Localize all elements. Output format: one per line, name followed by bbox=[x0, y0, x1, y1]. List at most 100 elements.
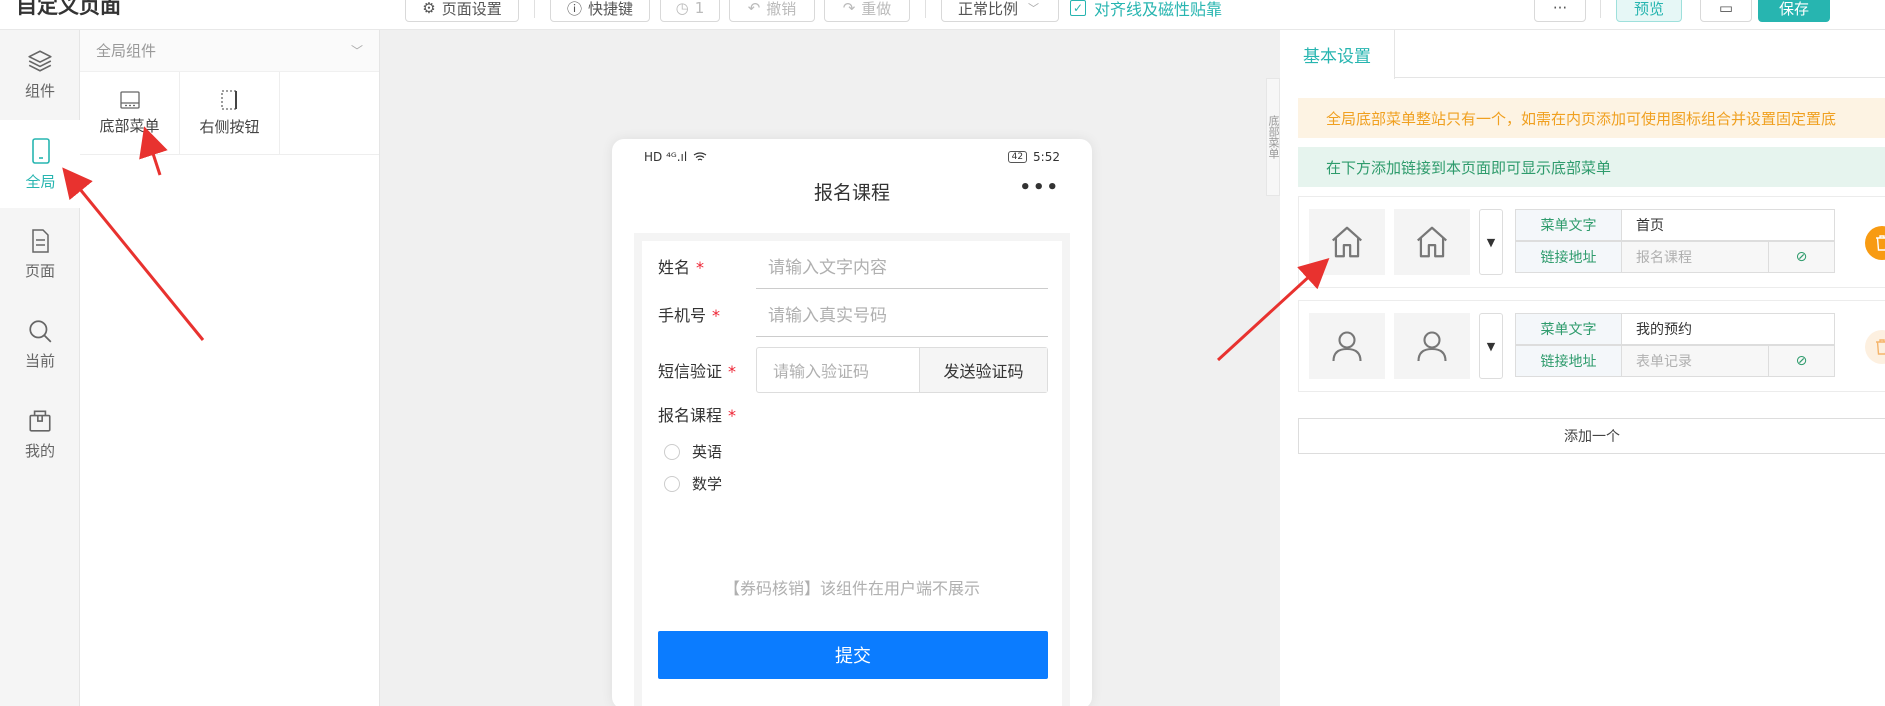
delete-button[interactable] bbox=[1865, 330, 1885, 364]
caret-down-icon[interactable]: ▼ bbox=[1479, 209, 1503, 275]
settings-tabs: 基本设置 bbox=[1280, 30, 1885, 79]
preview-label: 预览 bbox=[1633, 0, 1664, 18]
chevron-down-icon: ﹀ bbox=[350, 44, 363, 58]
redo-icon: ↷ bbox=[842, 0, 856, 17]
gear-icon: ⚙ bbox=[422, 0, 436, 17]
component-label: 底部菜单 bbox=[99, 116, 160, 135]
caret-down-icon[interactable]: ▼ bbox=[1479, 313, 1503, 379]
history-count: 1 bbox=[694, 0, 705, 17]
undo-button[interactable]: ↶ 撤销 bbox=[729, 0, 815, 22]
device-button[interactable]: ▭ bbox=[1700, 0, 1752, 22]
toolbar-divider bbox=[925, 0, 926, 18]
zoom-ratio-value: 正常比例 bbox=[958, 0, 1019, 18]
sms-input-group: 请输入验证码 发送验证码 bbox=[756, 347, 1048, 393]
menu-item-card: ▼ 菜单文字 我的预约 链接地址 表单记录 ⊘ bbox=[1298, 300, 1885, 392]
required-mark: * bbox=[728, 362, 737, 381]
preview-button[interactable]: 预览 bbox=[1616, 0, 1682, 22]
signup-form: 姓名 * 请输入文字内容 手机号 * 请输入真实号码 短信验证 * 请输入验证码 发送… bbox=[642, 241, 1062, 706]
icon-preview-default[interactable] bbox=[1309, 313, 1385, 379]
status-time: 5:52 bbox=[1033, 150, 1060, 164]
document-icon bbox=[32, 228, 49, 253]
component-label: 右侧按钮 bbox=[199, 117, 260, 136]
snap-checkbox[interactable]: ✓ 对齐线及磁性贴靠 bbox=[1070, 0, 1222, 20]
redo-label: 重做 bbox=[861, 0, 892, 18]
redo-button[interactable]: ↷ 重做 bbox=[824, 0, 910, 22]
page-settings-label: 页面设置 bbox=[441, 0, 502, 18]
save-button[interactable]: 保存 bbox=[1758, 0, 1830, 22]
add-menu-item-button[interactable]: 添加一个 bbox=[1298, 418, 1885, 454]
toolbar-divider bbox=[534, 0, 535, 18]
radio-option-english[interactable]: 英语 bbox=[664, 441, 722, 462]
user-icon bbox=[1417, 331, 1447, 362]
page-settings-button[interactable]: ⚙ 页面设置 bbox=[405, 0, 519, 22]
history-button[interactable]: ◷ 1 bbox=[660, 0, 720, 22]
home-icon bbox=[1417, 226, 1447, 258]
component-bottom-menu[interactable]: 底部菜单 bbox=[80, 72, 180, 154]
radio-circle[interactable] bbox=[664, 443, 680, 460]
rail-item-label: 组件 bbox=[24, 81, 55, 100]
more-dots-icon[interactable]: ••• bbox=[1019, 177, 1060, 198]
phone-input[interactable]: 请输入真实号码 bbox=[756, 291, 1048, 337]
radio-label: 数学 bbox=[692, 475, 723, 493]
rail-item-label: 页面 bbox=[24, 261, 55, 280]
field-label: 手机号 * bbox=[658, 306, 721, 325]
section-title: 全局组件 bbox=[96, 42, 157, 60]
required-mark: * bbox=[712, 306, 721, 325]
radio-option-math[interactable]: 数学 bbox=[664, 473, 722, 494]
menu-link-input[interactable]: 表单记录 bbox=[1622, 346, 1768, 376]
icon-preview-active[interactable] bbox=[1394, 313, 1470, 379]
menu-text-input[interactable]: 我的预约 bbox=[1622, 314, 1834, 344]
form-row-name: 姓名 * 请输入文字内容 bbox=[658, 243, 1048, 289]
link-icon[interactable]: ⊘ bbox=[1768, 242, 1834, 272]
required-mark: * bbox=[728, 406, 737, 425]
box-icon bbox=[29, 409, 51, 432]
menu-text-field: 菜单文字 我的预约 bbox=[1515, 313, 1835, 345]
rail-item-pages[interactable]: 页面 bbox=[0, 210, 80, 298]
clock-icon: ◷ bbox=[675, 0, 689, 17]
sms-code-input[interactable]: 请输入验证码 bbox=[757, 348, 919, 392]
icon-preview-active[interactable] bbox=[1394, 209, 1470, 275]
component-panel: 全局组件 ﹀ 底部菜单 右侧按钮 bbox=[80, 30, 380, 706]
undo-icon: ↶ bbox=[747, 0, 761, 17]
rail-item-components[interactable]: 组件 bbox=[0, 30, 80, 118]
monitor-icon: ▭ bbox=[1718, 0, 1734, 17]
rail-item-global[interactable]: 全局 bbox=[0, 120, 81, 208]
field-label: 短信验证 * bbox=[658, 362, 737, 381]
submit-button[interactable]: 提交 bbox=[658, 631, 1048, 679]
home-icon bbox=[1332, 226, 1362, 258]
top-toolbar: 自定义页面 ⚙ 页面设置 ⓘ 快捷键 ◷ 1 ↶ 撤销 ↷ 重做 正常比例 ﹀ … bbox=[0, 0, 1885, 30]
radio-label: 英语 bbox=[692, 443, 723, 461]
toolbar-divider bbox=[1600, 0, 1601, 18]
menu-link-input[interactable]: 报名课程 bbox=[1622, 242, 1768, 272]
bottom-menu-icon bbox=[119, 90, 140, 109]
check-icon[interactable]: ✓ bbox=[1070, 0, 1086, 16]
info-icon: ⓘ bbox=[566, 0, 582, 18]
undo-label: 撤销 bbox=[766, 0, 797, 18]
tab-basic-settings[interactable]: 基本设置 bbox=[1280, 30, 1395, 79]
radio-circle[interactable] bbox=[664, 475, 680, 492]
more-button[interactable]: ··· bbox=[1534, 0, 1586, 22]
link-icon[interactable]: ⊘ bbox=[1768, 346, 1834, 376]
snap-label: 对齐线及磁性贴靠 bbox=[1094, 0, 1223, 19]
name-input[interactable]: 请输入文字内容 bbox=[756, 243, 1048, 289]
right-button-icon bbox=[220, 89, 237, 110]
rail-item-mine[interactable]: 我的 bbox=[0, 390, 80, 478]
send-code-button[interactable]: 发送验证码 bbox=[919, 348, 1047, 392]
collapsed-bottom-menu-tab[interactable]: 底部菜单 bbox=[1266, 78, 1280, 196]
global-components-header[interactable]: 全局组件 ﹀ bbox=[80, 30, 379, 72]
menu-item-card: ▼ 菜单文字 首页 链接地址 报名课程 ⊘ bbox=[1298, 196, 1885, 288]
field-label: 姓名 * bbox=[658, 258, 705, 277]
rail-item-current[interactable]: 当前 bbox=[0, 300, 80, 388]
form-row-course: 报名课程 * bbox=[658, 403, 778, 425]
form-row-sms: 短信验证 * 请输入验证码 发送验证码 bbox=[658, 347, 1048, 393]
zoom-ratio-select[interactable]: 正常比例 ﹀ bbox=[941, 0, 1059, 22]
menu-text-input[interactable]: 首页 bbox=[1622, 210, 1834, 240]
delete-button[interactable] bbox=[1865, 226, 1885, 260]
component-right-button[interactable]: 右侧按钮 bbox=[180, 72, 280, 154]
menu-link-field: 链接地址 报名课程 ⊘ bbox=[1515, 241, 1835, 273]
rail-item-label: 全局 bbox=[25, 172, 56, 191]
battery-icon: 42 bbox=[1007, 151, 1028, 163]
shortcuts-button[interactable]: ⓘ 快捷键 bbox=[550, 0, 650, 22]
icon-preview-default[interactable] bbox=[1309, 209, 1385, 275]
layers-icon bbox=[28, 49, 52, 72]
